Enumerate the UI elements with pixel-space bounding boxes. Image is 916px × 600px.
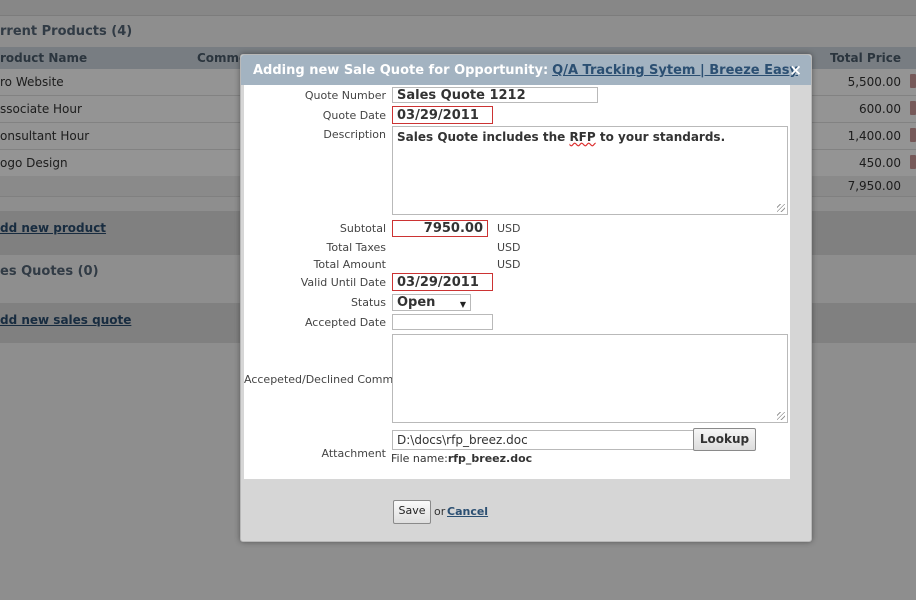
resize-grip-icon[interactable] — [777, 204, 785, 212]
subtotal-currency: USD — [497, 222, 521, 235]
lookup-button[interactable]: Lookup — [693, 428, 756, 451]
subtotal-label: Subtotal — [339, 222, 386, 235]
attachment-label: Attachment — [321, 447, 387, 460]
accepted-date-label: Accepted Date — [304, 316, 386, 329]
total-amount-label: Total Amount — [313, 258, 386, 271]
status-label: Status — [350, 296, 386, 309]
or-text: or — [434, 505, 446, 518]
quote-form: Quote Number Sales Quote 1212 Quote Date… — [244, 85, 790, 479]
sale-quote-dialog: Adding new Sale Quote for Opportunity: Q/… — [240, 54, 812, 542]
status-select[interactable]: Open ▼ — [392, 294, 471, 311]
quote-date-input[interactable]: 03/29/2011 — [392, 106, 493, 124]
total-amount-currency: USD — [497, 258, 521, 271]
valid-until-input[interactable]: 03/29/2011 — [392, 273, 493, 291]
quote-number-input[interactable]: Sales Quote 1212 — [392, 87, 598, 103]
comment-textarea[interactable] — [392, 334, 788, 423]
comment-label: Accepeted/Declined Comment — [244, 373, 412, 386]
description-label: Description — [323, 128, 386, 141]
subtotal-input[interactable]: 7950.00 — [392, 220, 488, 237]
chevron-down-icon: ▼ — [459, 300, 466, 309]
description-textarea[interactable]: Sales Quote includes the RFP to your sta… — [392, 126, 788, 215]
opportunity-link[interactable]: Q/A Tracking Sytem | Breeze Easy — [552, 63, 798, 78]
file-name-display: File name:rfp_breez.doc — [391, 452, 533, 465]
accepted-date-input[interactable] — [392, 314, 493, 330]
close-icon[interactable]: × — [789, 61, 802, 79]
dialog-title: Adding new Sale Quote for Opportunity: Q/… — [253, 63, 799, 78]
total-taxes-currency: USD — [497, 241, 521, 254]
cancel-link[interactable]: Cancel — [447, 505, 488, 518]
resize-grip-icon[interactable] — [777, 412, 785, 420]
dialog-title-bar: Adding new Sale Quote for Opportunity: Q/… — [241, 55, 811, 85]
quote-date-label: Quote Date — [322, 109, 386, 122]
total-taxes-label: Total Taxes — [326, 241, 387, 254]
save-button[interactable]: Save — [393, 500, 431, 524]
attachment-path-input[interactable]: D:\docs\rfp_breez.doc — [392, 430, 694, 450]
valid-until-label: Valid Until Date — [300, 276, 386, 289]
quote-number-label: Quote Number — [304, 89, 386, 102]
